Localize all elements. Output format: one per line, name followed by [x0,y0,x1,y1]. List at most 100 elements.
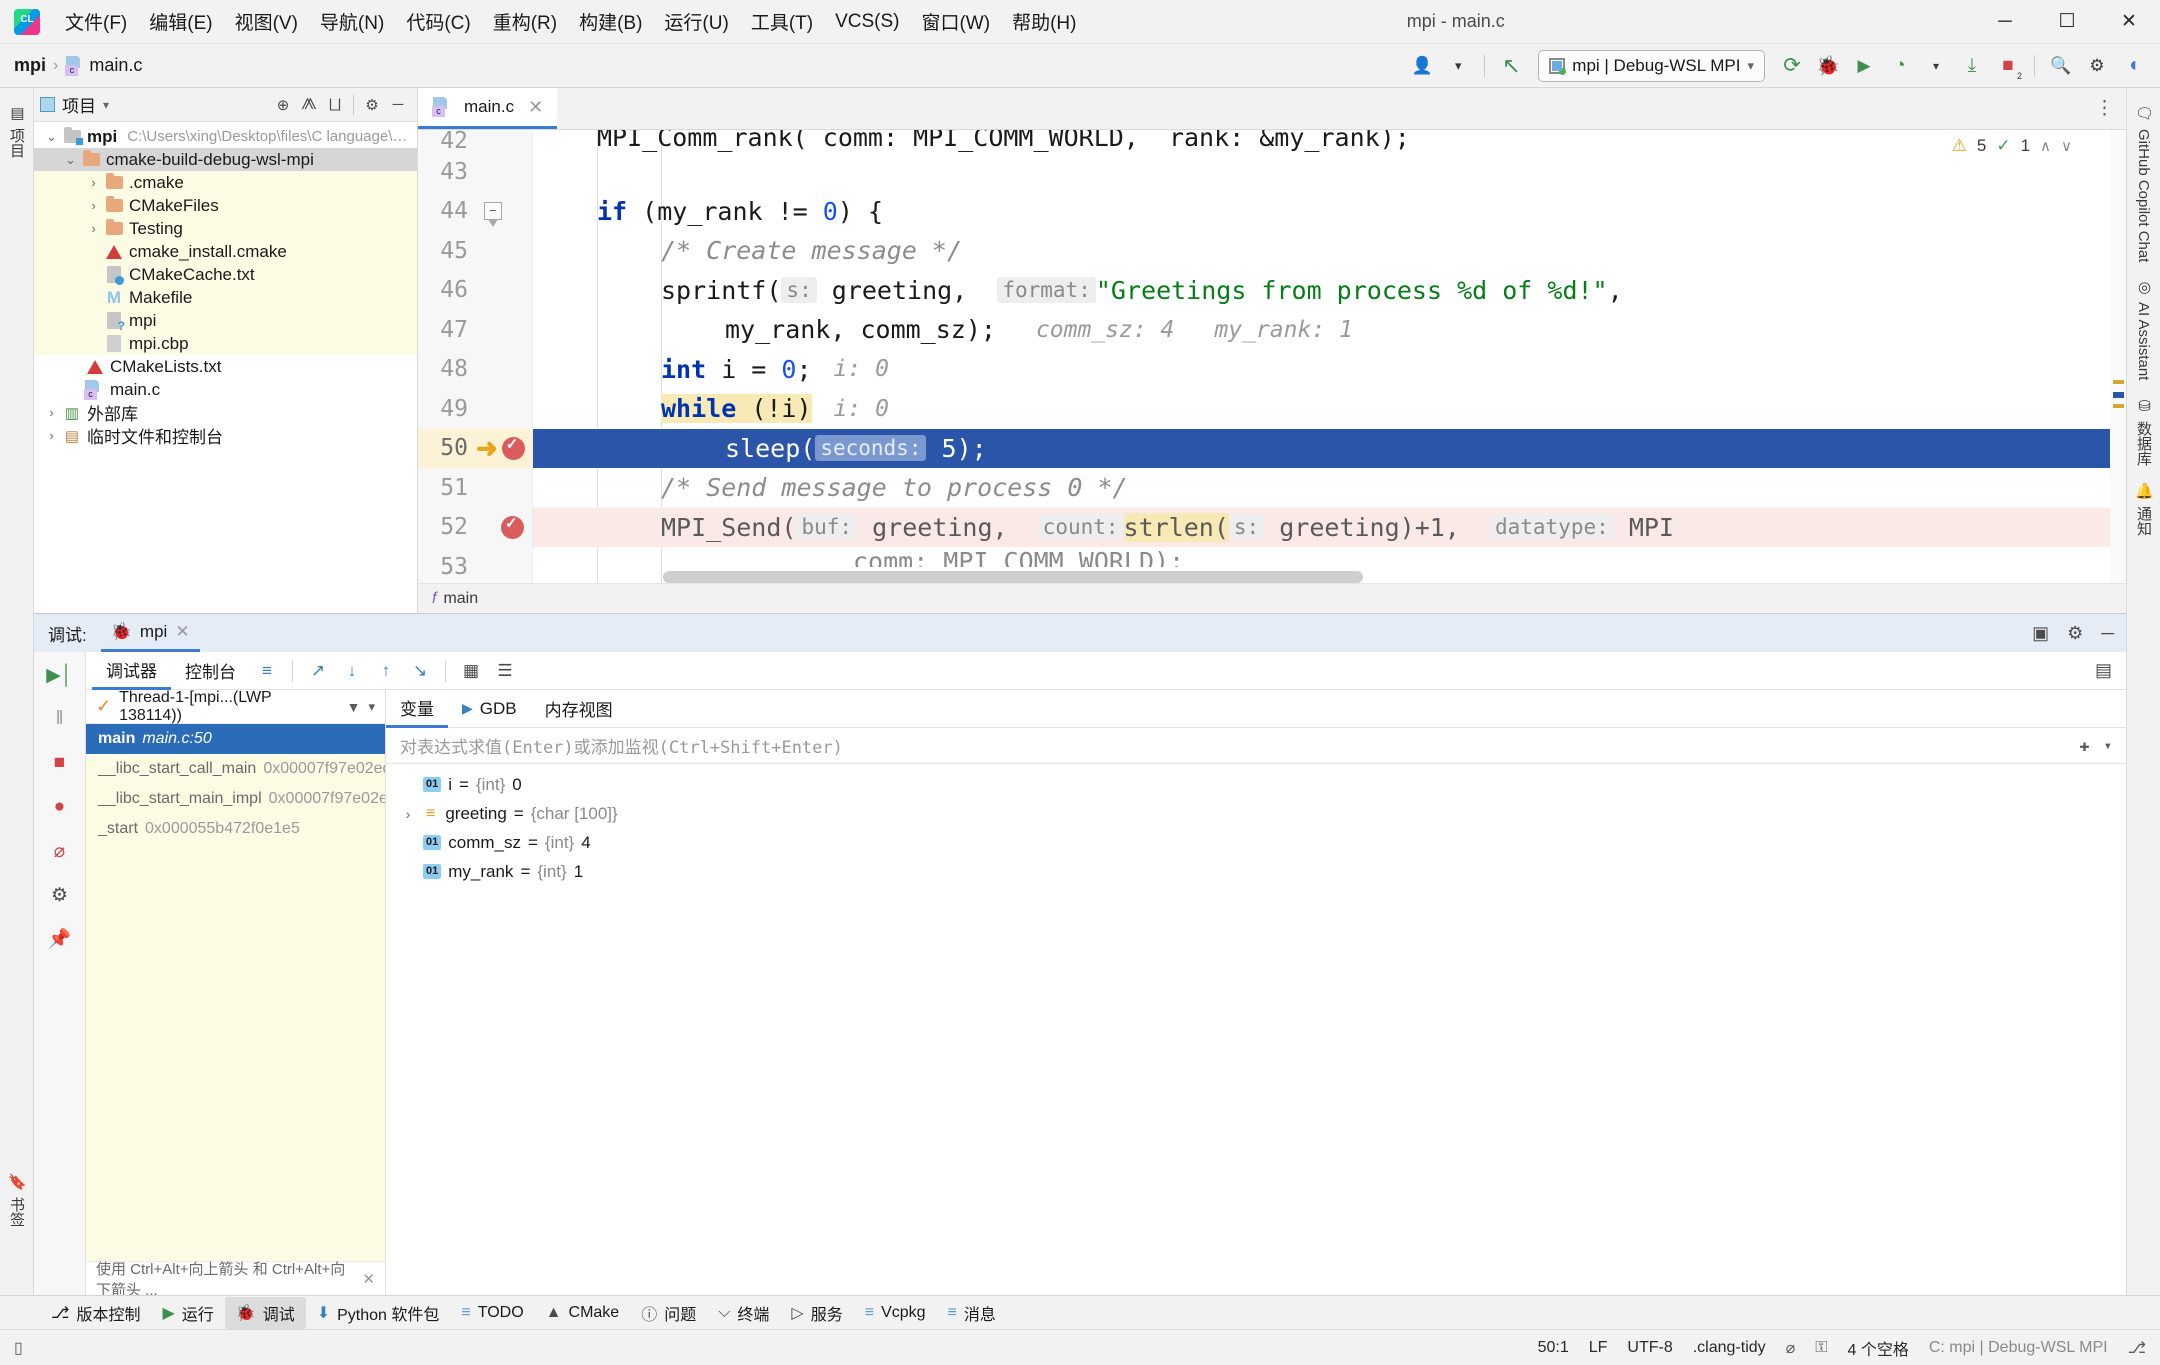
pin-button[interactable]: 📌 [44,924,76,954]
chevron-right-icon[interactable]: › [84,198,103,213]
thread-selector[interactable]: ✓ Thread-1-[mpi...(LWP 138114)) ▼ ▾ [86,689,385,724]
tab-variables[interactable]: 变量 [386,690,448,728]
active-configuration[interactable]: C: mpi | Debug-WSL MPI [1929,1339,2108,1357]
back-arrow-icon[interactable]: ↖ [1494,49,1528,83]
close-icon[interactable]: ✕ [528,97,543,118]
menu-vcs[interactable]: VCS(S) [824,7,910,37]
pause-button[interactable]: ‖ [44,704,76,734]
chevron-down-icon[interactable]: ▾ [103,98,109,112]
stack-frame-libc-start-call-main[interactable]: __libc_start_call_main 0x00007f97e02edd9… [86,754,385,784]
tree-node-makefile[interactable]: M Makefile [34,286,417,309]
tab-gdb[interactable]: ▶ GDB [448,690,531,728]
tool-database[interactable]: ⛁ 数据库 [2131,389,2156,474]
editor-tab-more[interactable]: ⋮ [2095,88,2126,129]
tree-node-cmakecache[interactable]: CMakeCache.txt [34,263,417,286]
profiler-caret-icon[interactable]: ▾ [1919,49,1953,83]
maximize-button[interactable]: ☐ [2036,0,2098,44]
editor-gutter[interactable]: 42 43 44 − 45 46 47 48 49 50 ➜ ✓ 51 52 ✓… [418,130,533,583]
step-over-icon[interactable]: ↗ [301,656,335,686]
chevron-right-icon[interactable]: › [84,175,103,190]
memory-indicator-icon[interactable]: ▯ [14,1338,23,1358]
frames-view-icon[interactable]: ≡ [250,656,284,686]
filter-icon[interactable]: ▼ [347,699,361,715]
toolwin-services[interactable]: ▷ 服务 [780,1297,853,1329]
toolwin-version-control[interactable]: ⎇ 版本控制 [40,1297,151,1329]
profiler-icon[interactable]: ◔ [1883,49,1917,83]
view-breakpoints-button[interactable]: ● [44,792,76,822]
tab-console[interactable]: 控制台 [171,652,250,690]
attach-process-icon[interactable]: ⤓ [1955,49,1989,83]
breakpoint-icon[interactable] [501,435,525,460]
stop-icon[interactable]: ■ 2 [1991,49,2025,83]
menu-refactor[interactable]: 重构(R) [482,4,568,39]
build-icon[interactable]: ⟳ [1775,49,1809,83]
inspections-widget-icon[interactable]: ⌀ [1786,1338,1796,1358]
tree-node-testing[interactable]: › Testing [34,217,417,240]
editor-marker-strip[interactable] [2110,130,2126,583]
tree-node-mpi[interactable]: ⌄ mpi C:\Users\xing\Desktop\files\C lang… [34,125,417,148]
editor-tab-main-c[interactable]: c main.c ✕ [418,88,558,129]
menu-edit[interactable]: 编辑(E) [138,4,223,39]
line-separator[interactable]: LF [1589,1339,1608,1357]
chevron-down-icon[interactable]: ▾ [368,699,375,715]
chevron-down-icon[interactable]: ▾ [1441,49,1475,83]
indent-setting[interactable]: 4 个空格 [1847,1336,1908,1360]
tool-github-copilot-chat[interactable]: 🗨 GitHub Copilot Chat [2133,96,2155,270]
gear-icon[interactable]: ⚙ [359,92,385,118]
stop-button[interactable]: ■ [44,748,76,778]
expand-chevron-icon[interactable]: › [400,806,416,822]
editor-viewport[interactable]: ⚠ 5 ✓ 1 ∧ ∨ 42 43 44 − 45 46 47 48 49 50… [418,130,2126,583]
tool-notifications[interactable]: 🔔 通知 [2131,474,2156,544]
run-configuration-selector[interactable]: mpi | Debug-WSL MPI ▾ [1538,49,1765,82]
add-watch-icon[interactable]: ✚ [2079,736,2089,756]
tree-node-scratches[interactable]: › ▤ 临时文件和控制台 [34,424,417,448]
breadcrumb-file[interactable]: main.c [89,55,142,76]
tree-node-cmake-install[interactable]: cmake_install.cmake [34,240,417,263]
strip-item-project[interactable]: ▤ 项目 [4,96,29,166]
close-icon[interactable]: ✕ [175,622,189,642]
caret-position[interactable]: 50:1 [1538,1339,1569,1357]
gear-icon[interactable]: ⚙ [2067,623,2083,644]
mute-breakpoints-button[interactable]: ⌀ [44,836,76,866]
toolwin-problems[interactable]: ⓘ 问题 [630,1297,707,1329]
chevron-down-icon[interactable]: ⌄ [61,152,80,168]
breadcrumb-project[interactable]: mpi [14,55,46,76]
close-button[interactable]: ✕ [2098,0,2160,44]
chevron-down-icon[interactable]: ⌄ [42,129,61,145]
tab-memory-view[interactable]: 内存视图 [531,690,627,728]
stack-frame-libc-start-main-impl[interactable]: __libc_start_main_impl 0x00007f97e02ede4… [86,784,385,814]
variables-list[interactable]: 01 i = {int} 0 › ≡ greeting = {char [100… [386,764,2126,1295]
hide-panel-icon[interactable]: ─ [385,92,411,118]
minimize-button[interactable]: ─ [1974,0,2036,44]
editor-horizontal-scrollbar[interactable] [663,571,1363,583]
menu-code[interactable]: 代码(C) [395,4,481,39]
tab-debugger[interactable]: 调试器 [92,652,171,690]
variable-row-comm-sz[interactable]: 01 comm_sz = {int} 4 [386,828,2126,857]
variable-row-i[interactable]: 01 i = {int} 0 [386,770,2126,799]
toolwin-terminal[interactable]: ⌵ 终端 [707,1297,780,1329]
debug-layout-icon[interactable]: ▤ [2095,660,2126,681]
file-encoding[interactable]: UTF-8 [1627,1339,1672,1357]
chevron-down-icon[interactable]: ▾ [2104,738,2112,754]
close-icon[interactable]: ✕ [362,1270,375,1288]
project-panel-title[interactable]: 项目 ▾ [40,92,109,117]
toolwin-run[interactable]: ▶ 运行 [151,1297,224,1329]
tree-node-main-c[interactable]: c main.c [34,378,417,401]
editor-breadcrumbs[interactable]: f main [418,583,2126,613]
gear-icon[interactable]: ⚙ [2080,49,2114,83]
tree-node-external-libraries[interactable]: › ▥ 外部库 [34,401,417,425]
updates-icon[interactable]: ◖ [2116,49,2150,83]
fold-marker-icon[interactable]: − [484,202,502,228]
menu-file[interactable]: 文件(F) [54,4,138,39]
run-to-cursor-icon[interactable]: ↘ [403,656,437,686]
tree-node-cmakefiles[interactable]: › CMakeFiles [34,194,417,217]
evaluate-expression-input[interactable]: 对表达式求值(Enter)或添加监视(Ctrl+Shift+Enter) ✚ ▾ [386,728,2126,764]
toolwin-messages[interactable]: ≡ 消息 [937,1297,1007,1329]
lock-icon[interactable]: ⚿ [1815,1339,1827,1357]
resume-button[interactable]: ▶│ [44,660,76,690]
chevron-right-icon[interactable]: › [42,428,61,443]
menu-build[interactable]: 构建(B) [568,4,653,39]
inspection-profile[interactable]: .clang-tidy [1693,1339,1766,1357]
user-account-icon[interactable]: 👤 [1405,49,1439,83]
layout-icon[interactable]: ▣ [2032,623,2049,644]
